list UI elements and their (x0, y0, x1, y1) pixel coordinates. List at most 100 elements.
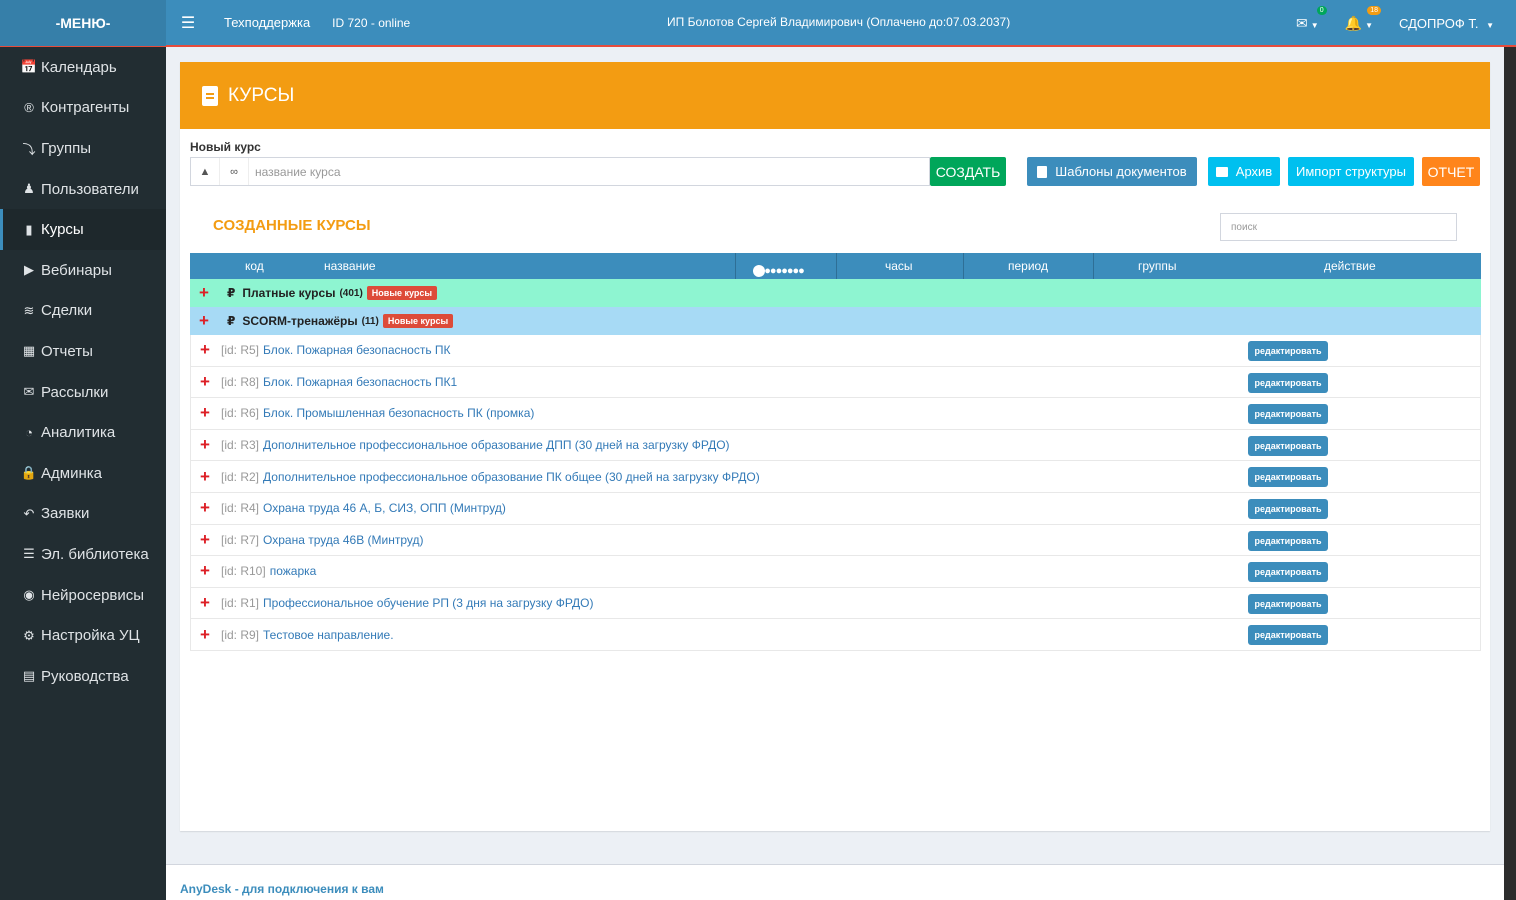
edit-button[interactable]: редактировать (1248, 625, 1328, 646)
footer: AnyDesk - для подключения к вам (166, 864, 1504, 900)
share-icon: ⤵ (22, 141, 36, 157)
mail-dropdown[interactable]: ✉ ▼ 0 (1296, 6, 1327, 32)
expand-plus-icon[interactable]: + (192, 530, 218, 550)
table-row: + [id: R1] Профессиональное обучение РП … (190, 587, 1481, 620)
sidebar-item-calendar[interactable]: 📅 Календарь (0, 47, 166, 88)
expand-plus-icon[interactable]: + (192, 561, 218, 581)
edit-button[interactable]: редактировать (1248, 530, 1328, 551)
sidebar-item-library[interactable]: ☰ Эл. библиотека (0, 534, 166, 575)
sidebar-item-neuro[interactable]: ◉ Нейросервисы (0, 575, 166, 616)
edit-button[interactable]: редактировать (1248, 593, 1328, 614)
edit-button[interactable]: редактировать (1248, 372, 1328, 393)
reply-icon: ↶ (23, 505, 35, 521)
expand-plus-icon[interactable]: + (192, 340, 218, 360)
course-name-link[interactable]: Охрана труда 46В (Минтруд) (263, 533, 423, 547)
course-name-link[interactable]: Тестовое направление. (263, 628, 394, 642)
course-id: [id: R10] (221, 564, 266, 579)
sitemap-icon[interactable]: ▲ (191, 158, 220, 185)
expand-plus-icon[interactable]: + (191, 311, 217, 331)
table-row: + [id: R10] пожарка редактировать (190, 556, 1481, 588)
sidebar-item-reports[interactable]: ▦ Отчеты (0, 331, 166, 372)
sidebar-item-mailings[interactable]: ✉ Рассылки (0, 372, 166, 413)
expand-plus-icon[interactable]: + (192, 403, 218, 423)
course-name-input[interactable]: название курса (249, 158, 929, 185)
new-courses-badge: Новые курсы (366, 286, 438, 300)
report-button[interactable]: ОТЧЕТ (1422, 157, 1480, 186)
group-row[interactable]: + ₽ Платные курсы (401) Новые курсы (190, 279, 1481, 307)
course-name-link[interactable]: Блок. Пожарная безопасность ПК (263, 343, 451, 357)
course-name-link[interactable]: Охрана труда 46 А, Б, СИЗ, ОПП (Минтруд) (263, 501, 506, 515)
new-courses-badge: Новые курсы (382, 314, 454, 328)
window-scrollbar[interactable] (1504, 47, 1516, 900)
course-name-link[interactable]: Блок. Промышленная безопасность ПК (пром… (263, 406, 534, 420)
pie-chart-icon: ◔ (25, 425, 33, 441)
edit-button[interactable]: редактировать (1248, 341, 1328, 361)
link-icon[interactable]: ∞ (220, 158, 249, 185)
hamburger-menu-icon[interactable]: ☰ (166, 13, 210, 33)
edit-button[interactable]: редактировать (1248, 562, 1328, 583)
sidebar-item-label: Эл. библиотека (41, 545, 149, 563)
menu-brand[interactable]: -МЕНЮ- (0, 0, 166, 46)
col-name[interactable]: название (324, 259, 376, 273)
sidebar-item-settings[interactable]: ⚙ Настройка УЦ (0, 615, 166, 656)
sidebar-item-requests[interactable]: ↶ Заявки (0, 494, 166, 535)
sidebar-item-analytics[interactable]: ◔ Аналитика (0, 412, 166, 453)
sidebar-item-contractors[interactable]: ® Контрагенты (0, 88, 166, 129)
course-name-link[interactable]: пожарка (270, 564, 317, 578)
new-course-label: Новый курс (190, 140, 261, 154)
sidebar-item-label: Заявки (41, 505, 90, 523)
group-name: SCORM-тренажёры (242, 314, 358, 328)
course-name-link[interactable]: Дополнительное профессиональное образова… (263, 470, 760, 484)
calendar-icon: 📅 (20, 59, 38, 75)
edit-button[interactable]: редактировать (1248, 498, 1328, 519)
section-title: СОЗДАННЫЕ КУРСЫ (213, 217, 371, 234)
course-name-link[interactable]: Профессиональное обучение РП (3 дня на з… (263, 596, 593, 610)
user-menu[interactable]: СДОПРОФ Т. ▼ (1399, 16, 1494, 31)
edit-button[interactable]: редактировать (1248, 435, 1328, 456)
templates-button[interactable]: Шаблоны документов (1027, 157, 1197, 186)
group-row[interactable]: + ₽ SCORM-тренажёры (11) Новые курсы (190, 307, 1481, 335)
edit-button[interactable]: редактировать (1248, 467, 1328, 488)
brain-icon: ◉ (23, 587, 35, 603)
expand-plus-icon[interactable]: + (191, 283, 217, 303)
col-hours[interactable]: часы (885, 259, 913, 273)
course-name-link[interactable]: Блок. Пожарная безопасность ПК1 (263, 375, 457, 389)
sidebar-item-courses[interactable]: ▮ Курсы (0, 209, 166, 250)
bell-icon: 🔔 (1344, 15, 1363, 31)
archive-button[interactable]: Архив (1208, 157, 1280, 186)
col-action: действие (1324, 259, 1376, 273)
expand-plus-icon[interactable]: + (192, 593, 218, 613)
course-id: [id: R8] (221, 374, 260, 389)
course-id: [id: R7] (221, 532, 260, 547)
expand-plus-icon[interactable]: + (192, 467, 218, 487)
import-structure-button[interactable]: Импорт структуры (1288, 157, 1414, 186)
support-link[interactable]: Техподдержка (224, 15, 310, 30)
expand-plus-icon[interactable]: + (192, 625, 218, 645)
footer-text[interactable]: AnyDesk - для подключения к вам (180, 882, 384, 896)
col-code[interactable]: код (245, 259, 264, 273)
list-icon: ☰ (23, 546, 35, 562)
file-icon: ▦ (22, 343, 36, 359)
sidebar-item-webinars[interactable]: ▶ Вебинары (0, 250, 166, 291)
notifications-dropdown[interactable]: 🔔 ▼ 18 (1344, 6, 1381, 32)
create-button[interactable]: СОЗДАТЬ (930, 157, 1006, 186)
col-groups[interactable]: группы (1138, 259, 1177, 273)
search-input[interactable]: поиск (1220, 213, 1457, 241)
sidebar-item-deals[interactable]: ≋ Сделки (0, 291, 166, 332)
page-title: КУРСЫ (228, 84, 295, 106)
sidebar-item-guides[interactable]: ▤ Руководства (0, 656, 166, 697)
sidebar-item-admin[interactable]: 🔒 Админка (0, 453, 166, 494)
course-name-link[interactable]: Дополнительное профессиональное образова… (263, 438, 730, 452)
col-period[interactable]: период (1008, 259, 1048, 273)
sidebar-item-label: Рассылки (41, 383, 109, 401)
sidebar-item-users[interactable]: ♟ Пользователи (0, 169, 166, 210)
expand-plus-icon[interactable]: + (192, 498, 218, 518)
sidebar-item-label: Курсы (41, 221, 84, 239)
sidebar-item-label: Контрагенты (41, 99, 130, 117)
sidebar-item-groups[interactable]: ⤵ Группы (0, 128, 166, 169)
templates-label: Шаблоны документов (1055, 164, 1187, 179)
edit-button[interactable]: редактировать (1248, 404, 1328, 425)
expand-plus-icon[interactable]: + (192, 435, 218, 455)
expand-plus-icon[interactable]: + (192, 372, 218, 392)
archive-icon (1215, 166, 1228, 177)
